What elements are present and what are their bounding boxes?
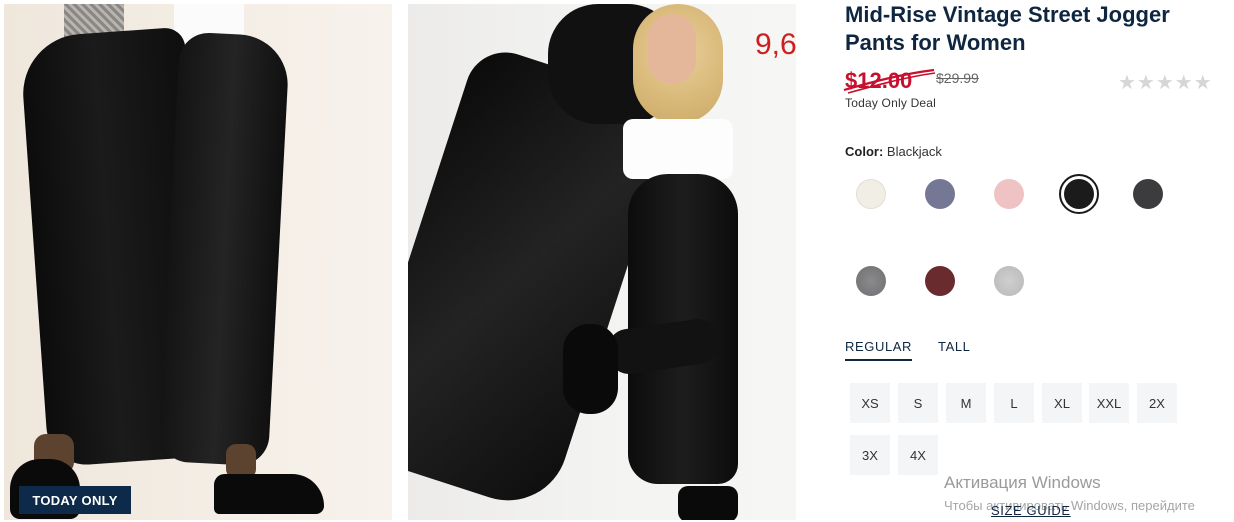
size-button-s[interactable]: S bbox=[898, 383, 938, 423]
swatch-heather-grey[interactable] bbox=[856, 266, 886, 296]
handwritten-price-annotation: 9,6 bbox=[755, 28, 797, 61]
product-photo-lifestyle[interactable] bbox=[408, 4, 796, 520]
product-title: Mid-Rise Vintage Street Jogger Pants for… bbox=[845, 2, 1170, 55]
color-label-key: Color: bbox=[845, 144, 884, 159]
product-photo-front[interactable]: TODAY ONLY bbox=[4, 4, 392, 520]
swatch-charcoal[interactable] bbox=[1133, 179, 1163, 209]
size-button-xs[interactable]: XS bbox=[850, 383, 890, 423]
swatch-pink[interactable] bbox=[994, 179, 1024, 209]
size-guide-link[interactable]: SIZE GUIDE bbox=[991, 503, 1071, 518]
windows-activation-title: Активация Windows bbox=[944, 473, 1101, 492]
color-label: Color: Blackjack bbox=[845, 144, 942, 159]
pants-right-leg-graphic bbox=[157, 31, 291, 467]
face-graphic bbox=[648, 14, 696, 84]
today-only-badge: TODAY ONLY bbox=[19, 486, 131, 514]
color-label-value: Blackjack bbox=[886, 144, 942, 159]
swatch-cream[interactable] bbox=[856, 179, 886, 209]
sale-price: $12.00 bbox=[845, 68, 913, 93]
tab-tall[interactable]: TALL bbox=[938, 339, 971, 354]
swatch-burgundy[interactable] bbox=[925, 266, 955, 296]
top-graphic bbox=[623, 119, 733, 179]
sandal-graphic bbox=[678, 486, 738, 520]
swatch-blackjack[interactable] bbox=[1064, 179, 1094, 209]
rating-stars[interactable]: ★★★★★ bbox=[1118, 70, 1213, 95]
sandal-graphic bbox=[563, 324, 618, 414]
deal-label: Today Only Deal bbox=[845, 96, 937, 110]
shoe-graphic bbox=[214, 474, 324, 514]
size-button-l[interactable]: L bbox=[994, 383, 1034, 423]
size-button-4x[interactable]: 4X bbox=[898, 435, 938, 475]
original-price: $29.99 bbox=[936, 70, 979, 86]
size-button-m[interactable]: M bbox=[946, 383, 986, 423]
size-button-2x[interactable]: 2X bbox=[1137, 383, 1177, 423]
tab-regular[interactable]: REGULAR bbox=[845, 339, 913, 361]
size-button-3x[interactable]: 3X bbox=[850, 435, 890, 475]
size-button-xl[interactable]: XL bbox=[1042, 383, 1082, 423]
swatch-light-grey[interactable] bbox=[994, 266, 1024, 296]
size-button-xxl[interactable]: XXL bbox=[1089, 383, 1129, 423]
swatch-slate-blue[interactable] bbox=[925, 179, 955, 209]
